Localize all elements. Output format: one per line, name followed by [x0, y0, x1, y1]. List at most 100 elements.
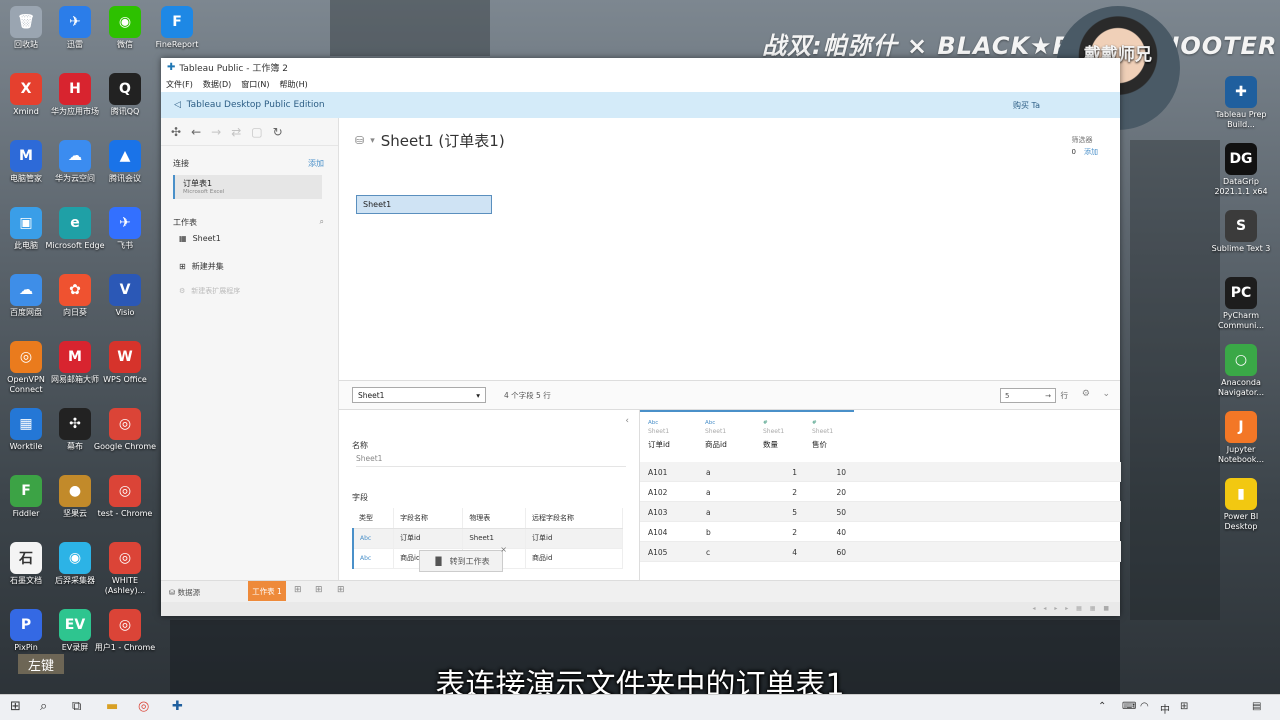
task-view-icon[interactable]: ⧉ [72, 699, 81, 714]
database-icon: ⛁ [355, 134, 365, 147]
desktop-icon[interactable]: S Sublime Text 3 [1209, 210, 1273, 254]
col-header-field[interactable]: 字段名称 [393, 508, 464, 529]
ime-mode-icon[interactable]: ⊞ [1180, 701, 1188, 712]
search-icon[interactable]: ⌕ [40, 699, 47, 714]
app-icon: P [10, 609, 42, 641]
buy-link[interactable]: 购买 Ta [1013, 100, 1040, 111]
menu-data[interactable]: 数据(D) [203, 79, 231, 90]
menu-window[interactable]: 窗口(N) [241, 79, 269, 90]
close-icon[interactable]: × [500, 545, 507, 554]
filters-panel: 筛选器 0 添加 [1072, 134, 1098, 158]
replace-icon[interactable]: ⇄ [231, 125, 241, 139]
desktop-icon[interactable]: ◎ test - Chrome [93, 475, 157, 519]
new-story-icon[interactable]: ⊞ [337, 585, 345, 595]
table-row[interactable]: A105 c 4 60 [640, 542, 1121, 562]
desktop-icon[interactable]: ✚ Tableau Prep Build... [1209, 76, 1273, 130]
desktop-icon[interactable]: J Jupyter Notebook... [1209, 411, 1273, 465]
menu-help[interactable]: 帮助(H) [279, 79, 307, 90]
new-union-item[interactable]: ⊞ 新建并集 [161, 243, 338, 272]
add-connection-link[interactable]: 添加 [308, 158, 324, 169]
app-icon: PC [1225, 277, 1257, 309]
desktop-icon[interactable]: DG DataGrip 2021.1.1 x64 [1209, 143, 1273, 197]
name-field[interactable]: Sheet1 [356, 454, 626, 467]
table-row[interactable]: A101 a 1 10 [640, 462, 1121, 482]
desktop-icon[interactable]: F FineReport [145, 6, 209, 50]
search-icon[interactable]: ⌕ [320, 217, 324, 228]
menu-file[interactable]: 文件(F) [166, 79, 193, 90]
worksheet-tab[interactable]: 工作表 1 [248, 581, 286, 601]
collapse-chevron-icon[interactable]: ⌄ [1102, 389, 1110, 399]
new-extension-item[interactable]: ⚙ 新建表扩展程序 [161, 272, 338, 296]
grid-column-header[interactable]: Abc Sheet1 订单id [648, 420, 670, 450]
desktop-icon[interactable]: ○ Anaconda Navigator... [1209, 344, 1273, 398]
chevron-left-icon[interactable]: ‹ [625, 416, 629, 426]
grid-cell: a [706, 488, 711, 497]
field-row-count: 4 个字段 5 行 [504, 390, 551, 400]
wifi-icon[interactable]: ◠ [1140, 701, 1149, 712]
desktop-icon[interactable]: W WPS Office [93, 341, 157, 385]
grid-cell: 1 [792, 468, 797, 477]
tableau-icon[interactable]: ✚ [172, 699, 183, 714]
new-dashboard-icon[interactable]: ⊞ [315, 585, 323, 595]
windows-start-icon[interactable]: ⊞ [10, 699, 21, 714]
edition-banner: ◁ Tableau Desktop Public Edition 购买 Ta [161, 92, 1120, 118]
connection-item[interactable]: 订单表1 Microsoft Excel [173, 175, 322, 199]
datasource-tab[interactable]: ⛁ 数据源 [169, 587, 200, 598]
gear-icon[interactable]: ⚙ [1082, 389, 1090, 399]
connection-name: 订单表1 [183, 179, 213, 188]
app-icon: ◎ [10, 341, 42, 373]
file-explorer-icon[interactable]: ▬ [106, 699, 118, 714]
table-row[interactable]: A103 a 5 50 [640, 502, 1121, 522]
type-cell[interactable]: Abc [352, 528, 395, 549]
field-type-icon: Abc [705, 420, 716, 426]
ime-lang[interactable]: 中 [1160, 701, 1170, 716]
dropdown-icon[interactable]: ▾ [370, 136, 375, 146]
type-cell[interactable]: Abc [352, 548, 395, 569]
go-to-worksheet-button[interactable]: ▐▌ 转到工作表 × [419, 545, 507, 572]
table-row[interactable]: A104 b 2 40 [640, 522, 1121, 542]
app-icon: J [1225, 411, 1257, 443]
refresh-icon[interactable]: ↻ [273, 125, 283, 139]
desktop-icon[interactable]: ◎ Google Chrome [93, 408, 157, 452]
field-cell[interactable]: 订单id [393, 528, 464, 549]
connection-type: Microsoft Excel [183, 189, 225, 195]
canvas-table-sheet1[interactable]: Sheet1 [356, 195, 492, 214]
table-row[interactable]: A102 a 2 20 [640, 482, 1121, 502]
desktop-icon[interactable]: ◎ 用户1 - Chrome [93, 609, 157, 653]
grid-column-header[interactable]: Abc Sheet1 商品id [705, 420, 727, 450]
field-type-icon: # [763, 420, 768, 426]
keyboard-icon[interactable]: ⌨ [1122, 701, 1136, 712]
column-source: Sheet1 [648, 428, 670, 435]
sheet-nav-icons[interactable]: ◂ ◂ ▸ ▸ ▦ ▦ ■ [1033, 605, 1113, 612]
table-select[interactable]: Sheet1 ▾ [352, 387, 486, 403]
desktop-icon[interactable]: V Visio [93, 274, 157, 318]
grid-column-header[interactable]: # Sheet1 售价 [812, 420, 833, 450]
desktop-icon-label: PyCharm Communi... [1217, 311, 1265, 330]
new-worksheet-icon[interactable]: ⊞ [294, 585, 302, 595]
desktop-icon[interactable]: Q 腾讯QQ [93, 73, 157, 117]
desktop-icon[interactable]: ▮ Power BI Desktop [1209, 478, 1273, 532]
col-header-remote[interactable]: 远程字段名称 [525, 508, 623, 529]
col-header-table[interactable]: 物理表 [462, 508, 527, 529]
desktop-icon[interactable]: PC PyCharm Communi... [1209, 277, 1273, 331]
table-row[interactable]: Abc 订单id Sheet1 订单id [352, 528, 623, 549]
redo-icon[interactable]: → [211, 125, 221, 139]
desktop-icon[interactable]: ▲ 腾讯会议 [93, 140, 157, 184]
chrome-icon[interactable]: ◎ [138, 699, 149, 714]
app-icon: ◎ [109, 542, 141, 574]
name-label: 名称 [352, 441, 368, 450]
rows-input[interactable]: 5 → [1000, 388, 1056, 403]
col-header-type[interactable]: 类型 [353, 508, 395, 529]
desktop-icon[interactable]: ✈ 飞书 [93, 207, 157, 251]
add-filter-link[interactable]: 添加 [1084, 148, 1098, 156]
undo-icon[interactable]: ← [191, 125, 201, 139]
sheet-item-sheet1[interactable]: ▦ Sheet1 [161, 228, 338, 243]
chevron-up-icon[interactable]: ⌃ [1098, 701, 1106, 712]
app-icon: DG [1225, 143, 1257, 175]
remote-cell: 订单id [525, 528, 623, 549]
grid-column-header[interactable]: # Sheet1 数量 [763, 420, 784, 450]
notification-icon[interactable]: ▤ [1252, 701, 1261, 712]
desktop-icon[interactable]: ◎ WHITE (Ashley)... [93, 542, 157, 596]
tableau-home-icon[interactable]: ✣ [171, 125, 181, 139]
save-icon[interactable]: ▢ [251, 125, 262, 139]
